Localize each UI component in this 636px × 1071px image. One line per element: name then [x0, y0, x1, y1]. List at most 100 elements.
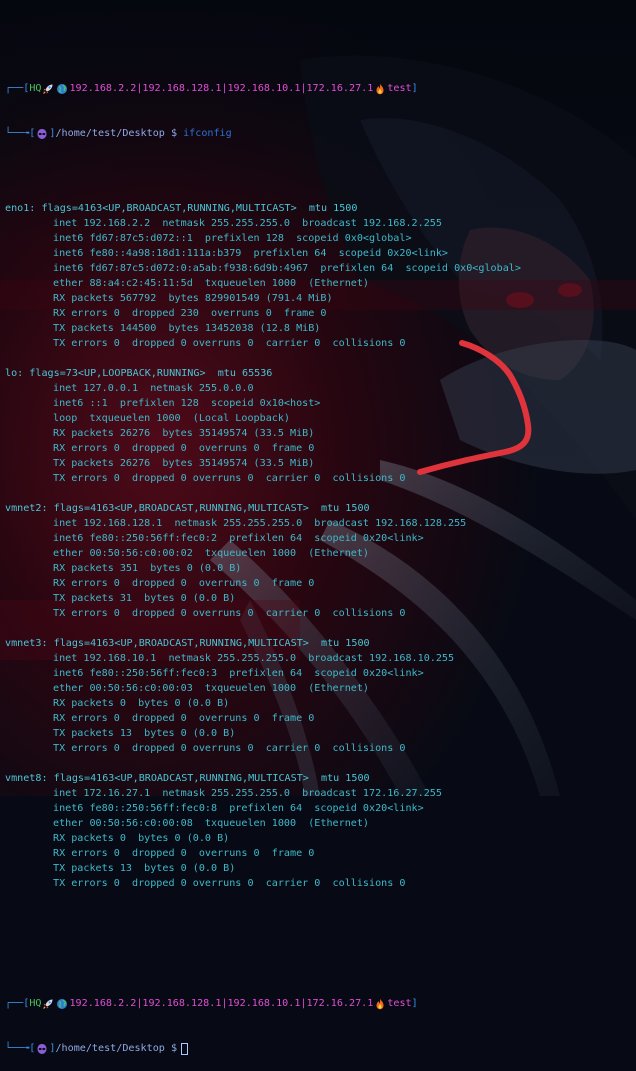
output-text: TX errors 0 dropped 0 overruns 0 carrier… — [53, 878, 406, 889]
output-line: inet6 fe80::250:56ff:fec0:8 prefixlen 64… — [5, 801, 633, 816]
output-line: TX errors 0 dropped 0 overruns 0 carrier… — [5, 741, 633, 756]
fire-icon — [376, 998, 384, 1009]
output-line: TX packets 13 bytes 0 (0.0 B) — [5, 726, 633, 741]
interface-header-line: vmnet2: flags=4163<UP,BROADCAST,RUNNING,… — [5, 501, 633, 516]
rocket-icon — [43, 84, 53, 94]
prompt-frame-lower: └──╼[ — [5, 128, 36, 139]
prompt-hostname: test — [387, 83, 412, 94]
output-line: ether 00:50:56:c0:00:08 txqueuelen 1000 … — [5, 816, 633, 831]
prompt-hq: HQ — [29, 83, 42, 94]
output-text: inet6 fd67:87c5:d072:0:a5ab:f938:6d9b:49… — [53, 263, 521, 274]
text-cursor[interactable] — [181, 1042, 189, 1055]
output-text: inet6 fe80::250:56ff:fec0:2 prefixlen 64… — [53, 533, 424, 544]
output-line: inet 172.16.27.1 netmask 255.255.255.0 b… — [5, 786, 633, 801]
alien-icon — [37, 128, 47, 139]
output-text: TX packets 13 bytes 0 (0.0 B) — [53, 728, 236, 739]
output-text: RX errors 0 dropped 0 overruns 0 frame 0 — [53, 713, 315, 724]
interface-header-line: eno1: flags=4163<UP,BROADCAST,RUNNING,MU… — [5, 201, 633, 216]
output-line: TX errors 0 dropped 0 overruns 0 carrier… — [5, 876, 633, 891]
output-line: TX errors 0 dropped 0 overruns 0 carrier… — [5, 606, 633, 621]
output-text: RX errors 0 dropped 0 overruns 0 frame 0 — [53, 443, 315, 454]
command-output: eno1: flags=4163<UP,BROADCAST,RUNNING,MU… — [5, 201, 633, 891]
output-line: RX packets 351 bytes 0 (0.0 B) — [5, 561, 633, 576]
output-line: RX errors 0 dropped 0 overruns 0 frame 0 — [5, 846, 633, 861]
output-text: inet 192.168.128.1 netmask 255.255.255.0… — [53, 518, 467, 529]
output-text: RX packets 567792 bytes 829901549 (791.4… — [53, 293, 333, 304]
output-text: RX errors 0 dropped 230 overruns 0 frame… — [53, 308, 327, 319]
output-line: RX packets 0 bytes 0 (0.0 B) — [5, 696, 633, 711]
output-line: RX packets 0 bytes 0 (0.0 B) — [5, 831, 633, 846]
output-text: RX packets 351 bytes 0 (0.0 B) — [53, 563, 242, 574]
output-text: loop txqueuelen 1000 (Local Loopback) — [53, 413, 291, 424]
output-text: TX packets 144500 bytes 13452038 (12.8 M… — [53, 323, 321, 334]
output-text: RX packets 0 bytes 0 (0.0 B) — [53, 698, 230, 709]
output-text: inet6 fe80::250:56ff:fec0:8 prefixlen 64… — [53, 803, 424, 814]
prompt2-hq: HQ — [29, 998, 42, 1009]
interface-header-line: lo: flags=73<UP,LOOPBACK,RUNNING> mtu 65… — [5, 366, 633, 381]
output-line: TX packets 26276 bytes 35149574 (33.5 Mi… — [5, 456, 633, 471]
output-text: ether 00:50:56:c0:00:08 txqueuelen 1000 … — [53, 818, 370, 829]
globe-icon — [57, 83, 68, 94]
prompt-line-top: ┌──[HQ 192.168.2.2|192.168.128.1|192.168.… — [5, 81, 633, 96]
output-text: TX errors 0 dropped 0 overruns 0 carrier… — [53, 338, 406, 349]
output-line: inet6 fe80::4a98:18d1:111a:b379 prefixle… — [5, 246, 633, 261]
prompt-line-bottom: └──╼[]/home/test/Desktop $ ifconfig — [5, 126, 633, 141]
prompt2-symbol: $ — [170, 1043, 178, 1054]
output-line: inet 192.168.2.2 netmask 255.255.255.0 b… — [5, 216, 633, 231]
output-line: RX errors 0 dropped 0 overruns 0 frame 0 — [5, 576, 633, 591]
fire-icon — [376, 83, 384, 94]
prompt2-ip-list: 192.168.2.2|192.168.128.1|192.168.10.1|1… — [69, 998, 374, 1009]
output-text: TX errors 0 dropped 0 overruns 0 carrier… — [53, 608, 406, 619]
output-text: ether 00:50:56:c0:00:03 txqueuelen 1000 … — [53, 683, 370, 694]
output-line: loop txqueuelen 1000 (Local Loopback) — [5, 411, 633, 426]
output-text: inet6 fd67:87c5:d072::1 prefixlen 128 sc… — [53, 233, 412, 244]
output-text: inet 127.0.0.1 netmask 255.0.0.0 — [53, 383, 254, 394]
terminal-window[interactable]: ┌──[HQ 192.168.2.2|192.168.128.1|192.168.… — [5, 21, 633, 1071]
output-line: inet6 ::1 prefixlen 128 scopeid 0x10<hos… — [5, 396, 633, 411]
output-text: inet6 fe80::250:56ff:fec0:3 prefixlen 64… — [53, 668, 424, 679]
output-line: inet 192.168.128.1 netmask 255.255.255.0… — [5, 516, 633, 531]
output-line: RX errors 0 dropped 230 overruns 0 frame… — [5, 306, 633, 321]
prompt-frame: ┌──[ — [5, 83, 30, 94]
prompt2-path: /home/test/Desktop — [55, 1043, 165, 1054]
prompt2-frame: ┌──[ — [5, 998, 30, 1009]
alien-icon — [37, 1043, 47, 1054]
prompt2-line-bottom[interactable]: └──╼[]/home/test/Desktop $ — [5, 1041, 633, 1056]
interface-header-text: vmnet3: flags=4163<UP,BROADCAST,RUNNING,… — [5, 638, 370, 649]
output-text: ether 00:50:56:c0:00:02 txqueuelen 1000 … — [53, 548, 370, 559]
output-line: inet 127.0.0.1 netmask 255.0.0.0 — [5, 381, 633, 396]
globe-icon — [57, 998, 68, 1009]
output-text: inet 192.168.10.1 netmask 255.255.255.0 … — [53, 653, 455, 664]
output-line: TX packets 13 bytes 0 (0.0 B) — [5, 861, 633, 876]
output-line: inet6 fd67:87c5:d072::1 prefixlen 128 sc… — [5, 231, 633, 246]
output-text: inet 192.168.2.2 netmask 255.255.255.0 b… — [53, 218, 442, 229]
output-text: TX packets 26276 bytes 35149574 (33.5 Mi… — [53, 458, 315, 469]
output-line: TX errors 0 dropped 0 overruns 0 carrier… — [5, 471, 633, 486]
output-text: TX packets 13 bytes 0 (0.0 B) — [53, 863, 236, 874]
prompt-frame-close: ] — [411, 83, 418, 94]
output-line: TX packets 31 bytes 0 (0.0 B) — [5, 591, 633, 606]
output-line: ether 88:a4:c2:45:11:5d txqueuelen 1000 … — [5, 276, 633, 291]
interface-header-text: eno1: flags=4163<UP,BROADCAST,RUNNING,MU… — [5, 203, 358, 214]
prompt-path: /home/test/Desktop — [55, 128, 165, 139]
output-line: RX packets 26276 bytes 35149574 (33.5 Mi… — [5, 426, 633, 441]
interface-header-text: lo: flags=73<UP,LOOPBACK,RUNNING> mtu 65… — [5, 368, 273, 379]
prompt2-hostname: test — [387, 998, 412, 1009]
output-text: inet 172.16.27.1 netmask 255.255.255.0 b… — [53, 788, 442, 799]
rocket-icon — [43, 999, 53, 1009]
output-text: inet6 fe80::4a98:18d1:111a:b379 prefixle… — [53, 248, 449, 259]
output-text: TX errors 0 dropped 0 overruns 0 carrier… — [53, 473, 406, 484]
interface-header-line: vmnet8: flags=4163<UP,BROADCAST,RUNNING,… — [5, 771, 633, 786]
interface-header-text: vmnet2: flags=4163<UP,BROADCAST,RUNNING,… — [5, 503, 370, 514]
output-text: RX packets 0 bytes 0 (0.0 B) — [53, 833, 230, 844]
prompt2-frame-lower: └──╼[ — [5, 1043, 36, 1054]
prompt2-line-top: ┌──[HQ 192.168.2.2|192.168.128.1|192.168.… — [5, 996, 633, 1011]
output-line: ether 00:50:56:c0:00:02 txqueuelen 1000 … — [5, 546, 633, 561]
interface-header-text: vmnet8: flags=4163<UP,BROADCAST,RUNNING,… — [5, 773, 370, 784]
output-line: inet6 fd67:87c5:d072:0:a5ab:f938:6d9b:49… — [5, 261, 633, 276]
